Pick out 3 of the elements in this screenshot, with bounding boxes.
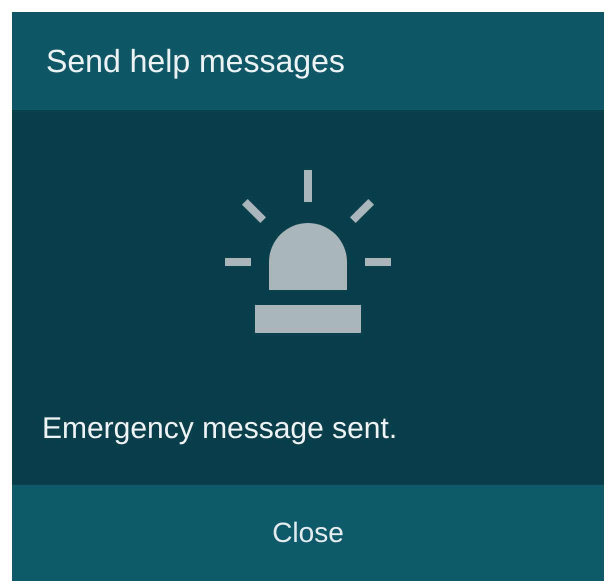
- close-button[interactable]: Close: [12, 485, 604, 581]
- status-message: Emergency message sent.: [42, 411, 398, 447]
- dialog-title: Send help messages: [46, 42, 345, 81]
